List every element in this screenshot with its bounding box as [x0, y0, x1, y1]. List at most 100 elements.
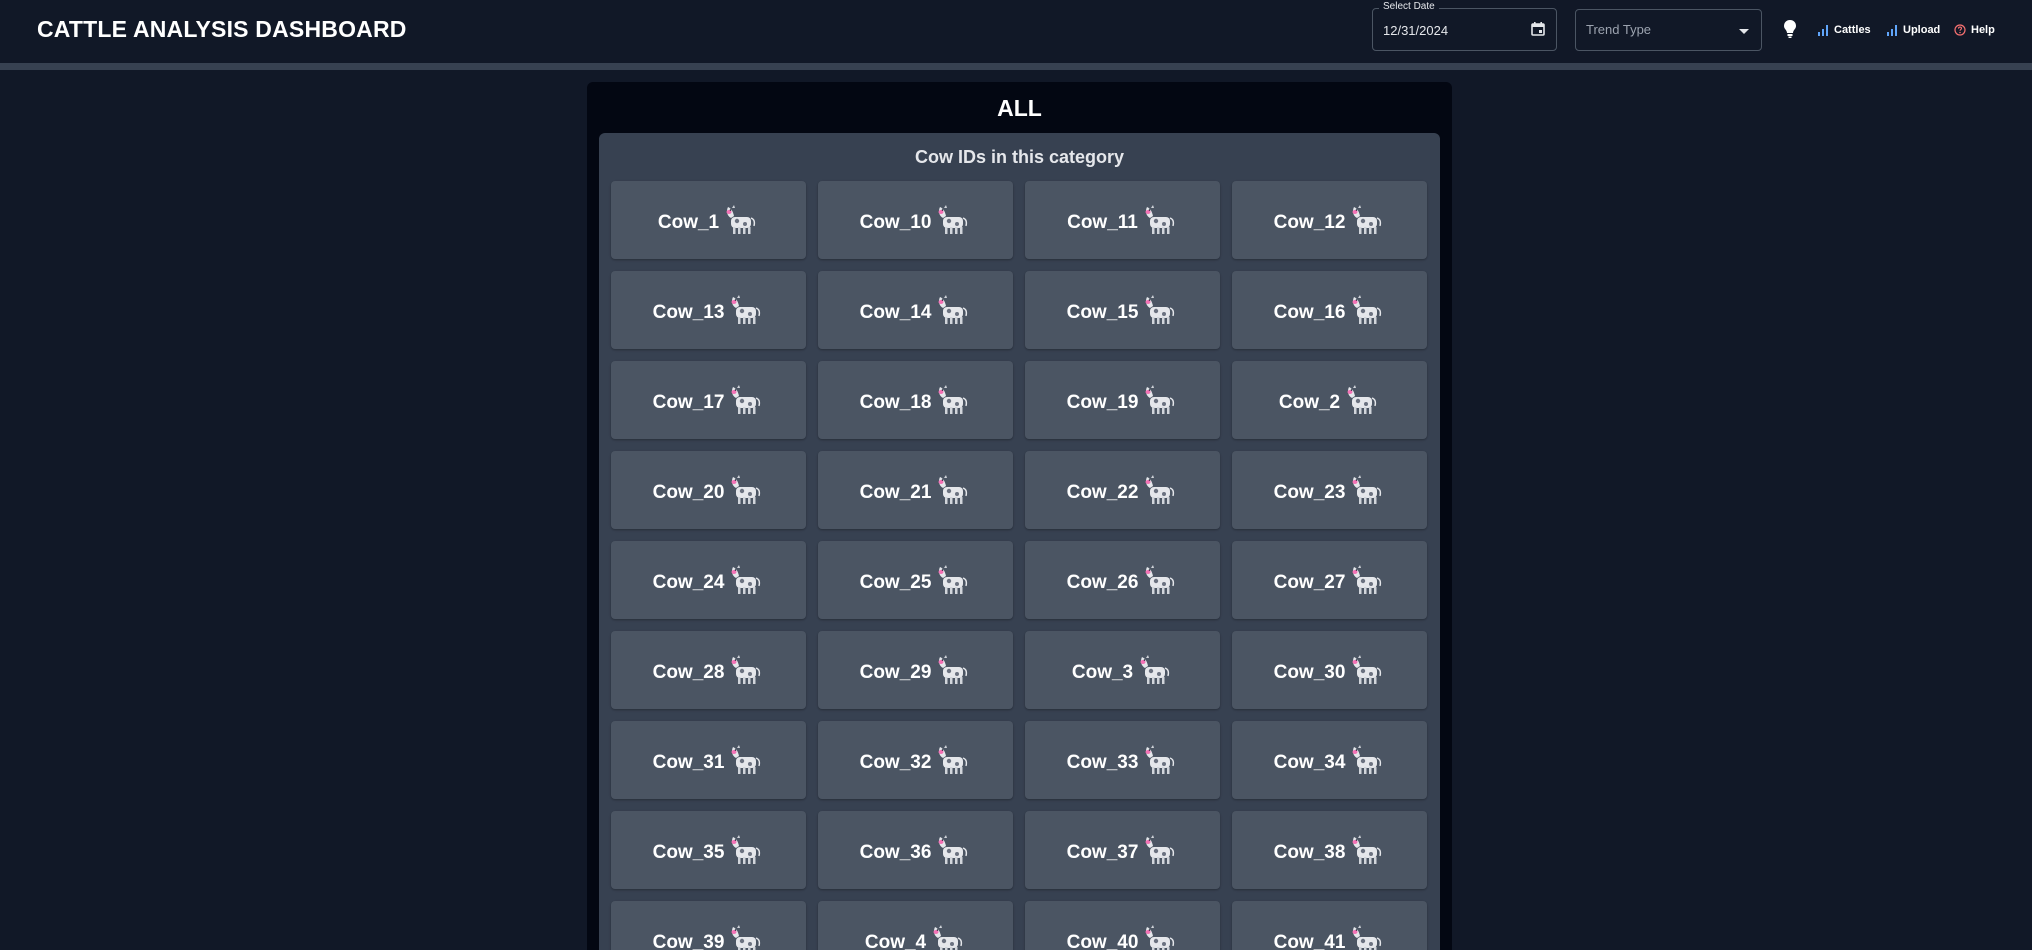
- cow-id-label: Cow_29: [859, 662, 932, 683]
- cow-id-label: Cow_16: [1273, 302, 1346, 323]
- cow-tile[interactable]: Cow_39: [611, 901, 806, 950]
- cow-icon: [731, 745, 761, 774]
- cow-id-label: Cow_17: [652, 392, 725, 413]
- nav-help-label: Help: [1971, 24, 1995, 36]
- cow-tile[interactable]: Cow_10: [818, 181, 1013, 259]
- cow-id-label: Cow_15: [1066, 302, 1139, 323]
- cow-icon: [1352, 745, 1382, 774]
- cow-tile[interactable]: Cow_30: [1232, 631, 1427, 709]
- cow-tile[interactable]: Cow_40: [1025, 901, 1220, 950]
- cow-tile[interactable]: Cow_3: [1025, 631, 1220, 709]
- bar-chart-icon: [1887, 25, 1897, 36]
- cow-tile[interactable]: Cow_36: [818, 811, 1013, 889]
- cow-tile[interactable]: Cow_37: [1025, 811, 1220, 889]
- cow-tile[interactable]: Cow_26: [1025, 541, 1220, 619]
- cow-tile[interactable]: Cow_15: [1025, 271, 1220, 349]
- cow-tile[interactable]: Cow_21: [818, 451, 1013, 529]
- cow-id-label: Cow_19: [1066, 392, 1139, 413]
- cow-tile[interactable]: Cow_34: [1232, 721, 1427, 799]
- cow-tile[interactable]: Cow_13: [611, 271, 806, 349]
- cow-id-label: Cow_25: [859, 572, 932, 593]
- cow-id-label: Cow_35: [652, 842, 725, 863]
- cow-icon: [938, 475, 968, 504]
- lightbulb-icon[interactable]: [1782, 19, 1798, 39]
- cow-tile[interactable]: Cow_12: [1232, 181, 1427, 259]
- nav-cattles-link[interactable]: Cattles: [1817, 21, 1871, 39]
- app-title: CATTLE ANALYSIS DASHBOARD: [37, 16, 407, 42]
- cow-id-label: Cow_31: [652, 752, 725, 773]
- nav-upload-link[interactable]: Upload: [1886, 21, 1940, 39]
- cow-id-label: Cow_1: [657, 212, 720, 233]
- cow-icon: [938, 745, 968, 774]
- category-panel: ALL Cow IDs in this category Cow_1 Cow_10…: [587, 82, 1452, 950]
- cow-tile[interactable]: Cow_1: [611, 181, 806, 259]
- cow-id-label: Cow_39: [652, 932, 725, 950]
- cow-icon: [938, 565, 968, 594]
- cow-tile[interactable]: Cow_18: [818, 361, 1013, 439]
- cow-tile[interactable]: Cow_33: [1025, 721, 1220, 799]
- cow-icon: [731, 295, 761, 324]
- cow-id-label: Cow_37: [1066, 842, 1139, 863]
- cow-tile[interactable]: Cow_28: [611, 631, 806, 709]
- nav-help-link[interactable]: Help: [1954, 21, 1995, 39]
- cow-icon: [1145, 835, 1175, 864]
- cow-icon: [1352, 475, 1382, 504]
- cow-ids-heading: Cow IDs in this category: [914, 147, 1125, 167]
- cow-tile[interactable]: Cow_32: [818, 721, 1013, 799]
- date-picker-label: Select Date: [1379, 1, 1439, 12]
- bar-chart-icon: [1818, 25, 1828, 36]
- cow-icon: [938, 295, 968, 324]
- cow-icon: [938, 835, 968, 864]
- cow-icon: [731, 565, 761, 594]
- cow-id-label: Cow_36: [859, 842, 932, 863]
- cow-icon: [1145, 565, 1175, 594]
- cow-icon: [1352, 655, 1382, 684]
- help-circle-icon: [1954, 24, 1966, 36]
- cow-tile[interactable]: Cow_19: [1025, 361, 1220, 439]
- top-bar: CATTLE ANALYSIS DASHBOARD Select Date 12…: [0, 0, 2032, 63]
- cow-id-label: Cow_33: [1066, 752, 1139, 773]
- cow-id-label: Cow_41: [1273, 932, 1346, 950]
- cow-tile[interactable]: Cow_31: [611, 721, 806, 799]
- cow-tile[interactable]: Cow_22: [1025, 451, 1220, 529]
- cow-tile[interactable]: Cow_17: [611, 361, 806, 439]
- cow-tile[interactable]: Cow_2: [1232, 361, 1427, 439]
- date-picker-value[interactable]: 12/31/2024: [1383, 23, 1448, 38]
- cow-tile[interactable]: Cow_41: [1232, 901, 1427, 950]
- cow-icon: [1145, 475, 1175, 504]
- cow-icon: [938, 655, 968, 684]
- cow-tile[interactable]: Cow_38: [1232, 811, 1427, 889]
- cow-id-label: Cow_2: [1278, 392, 1341, 413]
- cow-tile[interactable]: Cow_35: [611, 811, 806, 889]
- cow-tile[interactable]: Cow_29: [818, 631, 1013, 709]
- cow-tile[interactable]: Cow_20: [611, 451, 806, 529]
- cow-id-label: Cow_4: [864, 932, 927, 950]
- cow-tile[interactable]: Cow_16: [1232, 271, 1427, 349]
- header-divider: [0, 63, 2032, 70]
- cow-icon: [1352, 295, 1382, 324]
- cow-icon: [1145, 385, 1175, 414]
- cow-id-label: Cow_23: [1273, 482, 1346, 503]
- cow-tile[interactable]: Cow_14: [818, 271, 1013, 349]
- chevron-down-icon: [1739, 29, 1749, 34]
- cow-id-label: Cow_14: [859, 302, 932, 323]
- cow-icon: [731, 835, 761, 864]
- cow-icon: [1140, 655, 1170, 684]
- cow-tile[interactable]: Cow_4: [818, 901, 1013, 950]
- trend-type-placeholder: Trend Type: [1586, 22, 1652, 37]
- cow-icon: [1352, 565, 1382, 594]
- nav-upload-label: Upload: [1903, 24, 1941, 36]
- cow-icon: [1352, 835, 1382, 864]
- cow-id-label: Cow_13: [652, 302, 725, 323]
- cow-tile[interactable]: Cow_24: [611, 541, 806, 619]
- cow-tile[interactable]: Cow_23: [1232, 451, 1427, 529]
- cow-tile[interactable]: Cow_11: [1025, 181, 1220, 259]
- date-picker[interactable]: Select Date 12/31/2024: [1372, 1, 1557, 51]
- cow-icon: [1347, 385, 1377, 414]
- calendar-icon[interactable]: [1530, 21, 1546, 37]
- cow-tile[interactable]: Cow_27: [1232, 541, 1427, 619]
- cow-icon: [731, 385, 761, 414]
- cow-icon: [731, 925, 761, 950]
- trend-type-select[interactable]: Trend Type: [1575, 9, 1762, 51]
- cow-tile[interactable]: Cow_25: [818, 541, 1013, 619]
